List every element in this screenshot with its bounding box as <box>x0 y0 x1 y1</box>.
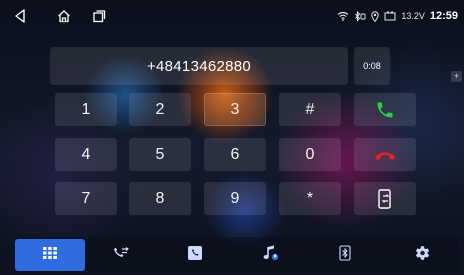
home-icon[interactable] <box>54 6 74 26</box>
transfer-to-phone-icon <box>378 188 392 209</box>
dial-key-star[interactable]: * <box>279 182 341 215</box>
battery-icon <box>384 11 396 21</box>
side-expand-button[interactable]: + <box>451 71 462 82</box>
dial-key-5[interactable]: 5 <box>129 138 191 171</box>
dial-key-hash[interactable]: # <box>279 93 341 126</box>
bluetooth-music-icon <box>262 244 280 267</box>
hang-up-button[interactable] <box>354 138 416 171</box>
call-button[interactable] <box>354 93 416 126</box>
call-duration: 0:08 <box>354 47 390 85</box>
dialed-number-display: +48413462880 <box>50 47 348 85</box>
bluetooth-icon <box>354 10 366 22</box>
tab-contacts[interactable] <box>160 239 230 271</box>
back-icon[interactable] <box>10 6 30 26</box>
call-icon <box>375 100 395 120</box>
bottom-tab-bar <box>15 237 459 273</box>
bluetooth-icon <box>339 244 351 266</box>
dial-key-3[interactable]: 3 <box>204 93 266 126</box>
transfer-to-phone-button[interactable] <box>354 182 416 215</box>
settings-icon <box>413 244 431 267</box>
status-indicators: 13.2V 12:59 <box>337 0 458 32</box>
recent-apps-icon[interactable] <box>89 6 109 26</box>
tab-settings[interactable] <box>387 239 457 271</box>
dial-key-8[interactable]: 8 <box>129 182 191 215</box>
dial-key-4[interactable]: 4 <box>55 138 117 171</box>
call-log-icon <box>110 245 130 266</box>
dial-key-7[interactable]: 7 <box>55 182 117 215</box>
contacts-icon <box>187 245 203 266</box>
dial-key-9[interactable]: 9 <box>204 182 266 215</box>
dial-key-1[interactable]: 1 <box>55 93 117 126</box>
dial-key-2[interactable]: 2 <box>129 93 191 126</box>
dial-key-0[interactable]: 0 <box>279 138 341 171</box>
location-icon <box>371 10 380 22</box>
dial-key-6[interactable]: 6 <box>204 138 266 171</box>
tab-bluetooth-music[interactable] <box>236 239 306 271</box>
status-bar: 13.2V 12:59 <box>0 0 464 32</box>
clock: 12:59 <box>429 10 458 22</box>
dialpad-icon <box>42 246 58 265</box>
voltage-readout: 13.2V <box>401 11 425 21</box>
hang-up-icon <box>373 148 397 162</box>
tab-call-log[interactable] <box>85 239 155 271</box>
tab-bluetooth[interactable] <box>310 239 380 271</box>
wifi-icon <box>337 11 349 21</box>
tab-dialpad[interactable] <box>15 239 85 271</box>
